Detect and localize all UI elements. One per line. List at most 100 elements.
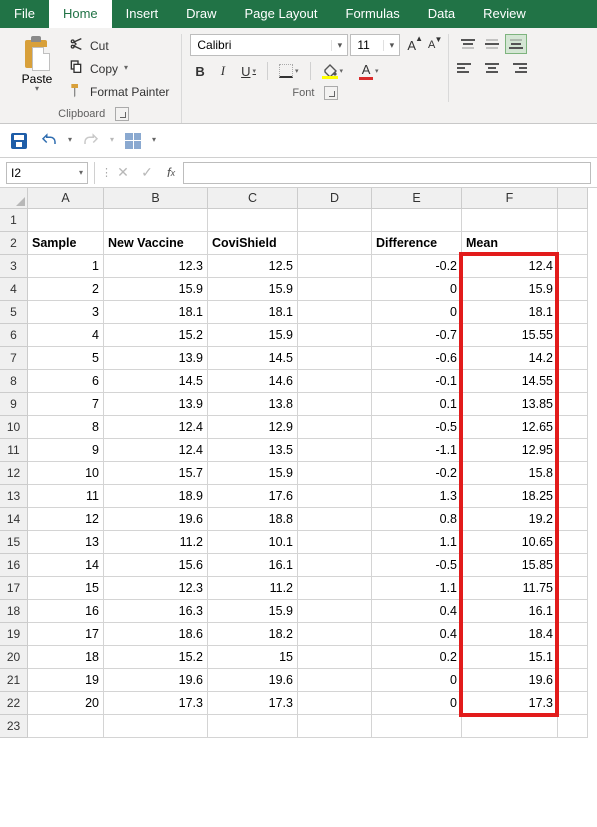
align-bottom-button[interactable] [505, 34, 527, 54]
cell-G13[interactable] [558, 485, 588, 508]
underline-button[interactable]: U▾ [236, 62, 261, 81]
cell-C13[interactable]: 17.6 [208, 485, 298, 508]
column-header-A[interactable]: A [28, 188, 104, 209]
undo-dropdown[interactable]: ▾ [68, 135, 72, 144]
cell-D16[interactable] [298, 554, 372, 577]
cell-B11[interactable]: 12.4 [104, 439, 208, 462]
row-header-4[interactable]: 4 [0, 278, 28, 301]
cell-F23[interactable] [462, 715, 558, 738]
cell-E5[interactable]: 0 [372, 301, 462, 324]
cell-G5[interactable] [558, 301, 588, 324]
cell-B4[interactable]: 15.9 [104, 278, 208, 301]
cell-E23[interactable] [372, 715, 462, 738]
cell-G17[interactable] [558, 577, 588, 600]
cell-C3[interactable]: 12.5 [208, 255, 298, 278]
cell-E19[interactable]: 0.4 [372, 623, 462, 646]
row-header-2[interactable]: 2 [0, 232, 28, 255]
cell-C16[interactable]: 16.1 [208, 554, 298, 577]
cell-F8[interactable]: 14.55 [462, 370, 558, 393]
cell-G14[interactable] [558, 508, 588, 531]
column-header-F[interactable]: F [462, 188, 558, 209]
cell-G18[interactable] [558, 600, 588, 623]
cell-D22[interactable] [298, 692, 372, 715]
italic-button[interactable]: I [216, 61, 230, 81]
cell-G8[interactable] [558, 370, 588, 393]
cell-B14[interactable]: 19.6 [104, 508, 208, 531]
row-header-11[interactable]: 11 [0, 439, 28, 462]
align-left-button[interactable] [457, 58, 479, 78]
cell-F9[interactable]: 13.85 [462, 393, 558, 416]
cell-C12[interactable]: 15.9 [208, 462, 298, 485]
cell-F16[interactable]: 15.85 [462, 554, 558, 577]
cell-D8[interactable] [298, 370, 372, 393]
cell-B21[interactable]: 19.6 [104, 669, 208, 692]
cell-D20[interactable] [298, 646, 372, 669]
cancel-formula-button[interactable]: ✕ [111, 162, 135, 184]
cell-C5[interactable]: 18.1 [208, 301, 298, 324]
cell-F5[interactable]: 18.1 [462, 301, 558, 324]
cell-F4[interactable]: 15.9 [462, 278, 558, 301]
decrease-font-size-button[interactable]: A▼ [423, 37, 440, 53]
cell-E8[interactable]: -0.1 [372, 370, 462, 393]
quick-grid-button[interactable] [122, 130, 144, 152]
row-header-23[interactable]: 23 [0, 715, 28, 738]
fill-color-button[interactable]: ▾ [317, 61, 349, 81]
undo-button[interactable] [38, 130, 60, 152]
tab-formulas[interactable]: Formulas [332, 0, 414, 28]
cell-D21[interactable] [298, 669, 372, 692]
chevron-down-icon[interactable]: ▾ [331, 40, 347, 51]
font-size-combo[interactable]: 11 ▾ [350, 34, 400, 56]
cell-D13[interactable] [298, 485, 372, 508]
cell-A15[interactable]: 13 [28, 531, 104, 554]
cell-G10[interactable] [558, 416, 588, 439]
cell-B12[interactable]: 15.7 [104, 462, 208, 485]
cell-E4[interactable]: 0 [372, 278, 462, 301]
cell-F15[interactable]: 10.65 [462, 531, 558, 554]
tab-draw[interactable]: Draw [172, 0, 230, 28]
chevron-down-icon[interactable]: ▾ [35, 84, 39, 93]
cell-B18[interactable]: 16.3 [104, 600, 208, 623]
row-header-15[interactable]: 15 [0, 531, 28, 554]
font-color-button[interactable]: A▾ [354, 60, 384, 82]
cell-C8[interactable]: 14.6 [208, 370, 298, 393]
cell-F1[interactable] [462, 209, 558, 232]
increase-font-size-button[interactable]: A▲ [402, 36, 421, 55]
cell-G12[interactable] [558, 462, 588, 485]
cell-C20[interactable]: 15 [208, 646, 298, 669]
cell-A10[interactable]: 8 [28, 416, 104, 439]
cell-F2[interactable]: Mean [462, 232, 558, 255]
cell-F13[interactable]: 18.25 [462, 485, 558, 508]
drag-handle-icon[interactable]: ⋮ [101, 166, 111, 179]
row-header-18[interactable]: 18 [0, 600, 28, 623]
borders-button[interactable]: ▾ [274, 62, 304, 80]
cell-F10[interactable]: 12.65 [462, 416, 558, 439]
cell-G16[interactable] [558, 554, 588, 577]
cell-B19[interactable]: 18.6 [104, 623, 208, 646]
chevron-down-icon[interactable]: ▾ [124, 63, 128, 72]
cell-D14[interactable] [298, 508, 372, 531]
cell-E13[interactable]: 1.3 [372, 485, 462, 508]
column-header-E[interactable]: E [372, 188, 462, 209]
row-header-7[interactable]: 7 [0, 347, 28, 370]
cell-E3[interactable]: -0.2 [372, 255, 462, 278]
cell-F14[interactable]: 19.2 [462, 508, 558, 531]
cell-F7[interactable]: 14.2 [462, 347, 558, 370]
align-center-button[interactable] [481, 58, 503, 78]
cell-B3[interactable]: 12.3 [104, 255, 208, 278]
cell-F19[interactable]: 18.4 [462, 623, 558, 646]
cell-E11[interactable]: -1.1 [372, 439, 462, 462]
cell-F12[interactable]: 15.8 [462, 462, 558, 485]
align-right-button[interactable] [505, 58, 527, 78]
cell-B9[interactable]: 13.9 [104, 393, 208, 416]
column-header-B[interactable]: B [104, 188, 208, 209]
row-header-6[interactable]: 6 [0, 324, 28, 347]
cell-C21[interactable]: 19.6 [208, 669, 298, 692]
row-header-16[interactable]: 16 [0, 554, 28, 577]
tab-insert[interactable]: Insert [112, 0, 173, 28]
cell-F18[interactable]: 16.1 [462, 600, 558, 623]
cell-B6[interactable]: 15.2 [104, 324, 208, 347]
cell-F3[interactable]: 12.4 [462, 255, 558, 278]
paste-button[interactable]: Paste ▾ [14, 34, 60, 95]
name-box[interactable]: I2 ▾ [6, 162, 88, 184]
cell-B17[interactable]: 12.3 [104, 577, 208, 600]
